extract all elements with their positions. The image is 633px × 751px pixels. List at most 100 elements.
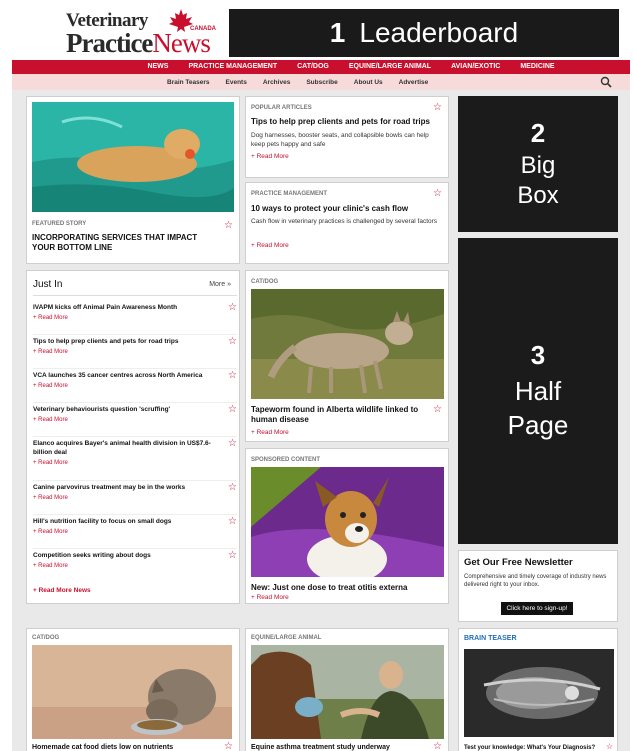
logo-canada: CANADA [190,26,216,32]
practice-read-more[interactable]: + Read More [251,242,289,249]
just-in-card: Just In More » IVAPM kicks off Animal Pa… [26,270,240,604]
list-item-read-more[interactable]: + Read More [33,529,237,535]
sponsored-headline[interactable]: New: Just one dose to treat otitis exter… [251,583,441,593]
list-item[interactable]: Canine parvovirus treatment may be in th… [33,483,237,515]
sponsored-card[interactable]: SPONSORED CONTENT New: Just one dose to … [245,448,449,604]
list-item-read-more[interactable]: + Read More [33,417,237,423]
logo-practice: Practice [66,28,153,58]
sponsored-read-more[interactable]: + Read More [251,594,289,601]
sub-nav: Brain Teasers Events Archives Subscribe … [12,74,630,90]
bottom-catdog-card[interactable]: CAT/DOG Homemade cat food diets low on n… [26,628,240,751]
list-item-title: Canine parvovirus treatment may be in th… [33,484,186,491]
favorite-star-icon[interactable]: ☆ [433,405,442,415]
half-page-line1: Half [514,376,562,406]
search-icon[interactable] [600,76,612,88]
list-item-read-more[interactable]: + Read More [33,495,237,501]
nav-cat-dog[interactable]: CAT/DOG [297,60,329,74]
subnav-events[interactable]: Events [226,79,247,86]
xray-image [464,649,614,737]
just-in-divider [33,295,237,296]
just-in-more-link[interactable]: More » [209,281,231,288]
catdog-read-more[interactable]: + Read More [251,429,289,436]
popular-headline[interactable]: Tips to help prep clients and pets for r… [251,117,441,127]
favorite-star-icon[interactable]: ☆ [433,189,442,199]
favorite-star-icon[interactable]: ☆ [433,742,442,751]
popular-desc: Dog harnesses, booster seats, and collap… [251,132,429,148]
favorite-star-icon[interactable]: ☆ [228,483,237,493]
featured-headline[interactable]: INCORPORATING SERVICES THAT IMPACT YOUR … [32,233,217,253]
newsletter-signup-button[interactable]: Click here to sign-up! [501,602,573,615]
read-more-news-link[interactable]: + Read More News [33,587,91,594]
favorite-star-icon[interactable]: ☆ [228,337,237,347]
half-page-ad[interactable]: 3 Half Page [458,238,618,544]
list-item-title: Veterinary behaviourists question 'scruf… [33,406,171,413]
subnav-brain-teasers[interactable]: Brain Teasers [167,79,210,86]
list-item-read-more[interactable]: + Read More [33,349,237,355]
list-item-read-more[interactable]: + Read More [33,315,237,321]
list-item[interactable]: IVAPM kicks off Animal Pain Awareness Mo… [33,303,237,335]
leaderboard-number: 1 [329,17,346,48]
favorite-star-icon[interactable]: ☆ [228,439,237,449]
favorite-star-icon[interactable]: ☆ [224,221,233,231]
popular-articles-card[interactable]: POPULAR ARTICLES ☆ Tips to help prep cli… [245,96,449,178]
site-logo[interactable]: Veterinary PracticeNews CANADA [66,9,216,58]
popular-read-more[interactable]: + Read More [251,153,289,160]
subnav-about-us[interactable]: About Us [354,79,383,86]
bottom-cat2-headline[interactable]: Equine asthma treatment study underway [251,743,390,751]
half-page-number: 3 [530,340,546,370]
practice-headline[interactable]: 10 ways to protect your clinic's cash fl… [251,204,441,214]
subnav-archives[interactable]: Archives [263,79,290,86]
newsletter-desc: Comprehensive and timely coverage of ind… [464,574,607,588]
brain-teaser-card[interactable]: BRAIN TEASER Test your knowledge: What's… [458,628,618,751]
popular-category: POPULAR ARTICLES [251,105,312,111]
practice-management-card[interactable]: PRACTICE MANAGEMENT ☆ 10 ways to protect… [245,182,449,264]
list-item[interactable]: Hill's nutrition facility to focus on sm… [33,517,237,549]
cat-eating-image [32,645,232,739]
leaderboard-ad[interactable]: 1 Leaderboard [229,9,619,57]
favorite-star-icon[interactable]: ☆ [606,742,613,751]
list-item[interactable]: VCA launches 35 cancer centres across No… [33,371,237,403]
sponsored-category: SPONSORED CONTENT [251,457,321,463]
big-box-line2: Box [517,182,559,209]
favorite-star-icon[interactable]: ☆ [224,742,233,751]
newsletter-card: Get Our Free Newsletter Comprehensive an… [458,550,618,622]
bottom-equine-card[interactable]: EQUINE/LARGE ANIMAL Equine asthma treatm… [245,628,449,751]
list-item-title: Competition seeks writing about dogs [33,552,151,559]
favorite-star-icon[interactable]: ☆ [228,371,237,381]
nav-equine[interactable]: EQUINE/LARGE ANIMAL [349,60,431,74]
half-page-line2: Page [507,410,569,440]
catdog-headline[interactable]: Tapeworm found in Alberta wildlife linke… [251,405,421,425]
bottom-cat1-category: CAT/DOG [32,635,60,641]
list-item-read-more[interactable]: + Read More [33,383,237,389]
featured-story-card[interactable]: FEATURED STORY INCORPORATING SERVICES TH… [26,96,240,264]
favorite-star-icon[interactable]: ☆ [228,517,237,527]
bottom-cat2-category: EQUINE/LARGE ANIMAL [251,635,322,641]
just-in-title: Just In [33,279,63,290]
list-item[interactable]: Competition seeks writing about dogs + R… [33,551,237,581]
favorite-star-icon[interactable]: ☆ [228,551,237,561]
list-item-title: Elanco acquires Bayer's animal health di… [33,440,211,456]
list-item-read-more[interactable]: + Read More [33,460,237,466]
favorite-star-icon[interactable]: ☆ [228,405,237,415]
list-item[interactable]: Tips to help prep clients and pets for r… [33,337,237,369]
list-item-title: Hill's nutrition facility to focus on sm… [33,518,172,525]
favorite-star-icon[interactable]: ☆ [433,103,442,113]
subnav-advertise[interactable]: Advertise [399,79,429,86]
subnav-subscribe[interactable]: Subscribe [306,79,337,86]
list-item-read-more[interactable]: + Read More [33,563,237,569]
bottom-cat1-headline[interactable]: Homemade cat food diets low on nutrients [32,743,173,751]
nav-news[interactable]: NEWS [147,60,168,74]
list-item-title: IVAPM kicks off Animal Pain Awareness Mo… [33,304,178,311]
catdog-category: CAT/DOG [251,279,279,285]
bottom-cat3-headline[interactable]: Test your knowledge: What's Your Diagnos… [464,743,595,751]
practice-category: PRACTICE MANAGEMENT [251,191,327,197]
nav-avian-exotic[interactable]: AVIAN/EXOTIC [451,60,500,74]
nav-medicine[interactable]: MEDICINE [520,60,554,74]
favorite-star-icon[interactable]: ☆ [228,303,237,313]
list-item[interactable]: Elanco acquires Bayer's animal health di… [33,439,237,481]
big-box-ad[interactable]: 2 Big Box [458,96,618,232]
cat-dog-card[interactable]: CAT/DOG Tapeworm found in Alberta wildli… [245,270,449,442]
site-header: Veterinary PracticeNews CANADA 1 Leaderb… [0,0,633,60]
list-item[interactable]: Veterinary behaviourists question 'scruf… [33,405,237,437]
nav-practice-management[interactable]: PRACTICE MANAGEMENT [188,60,277,74]
